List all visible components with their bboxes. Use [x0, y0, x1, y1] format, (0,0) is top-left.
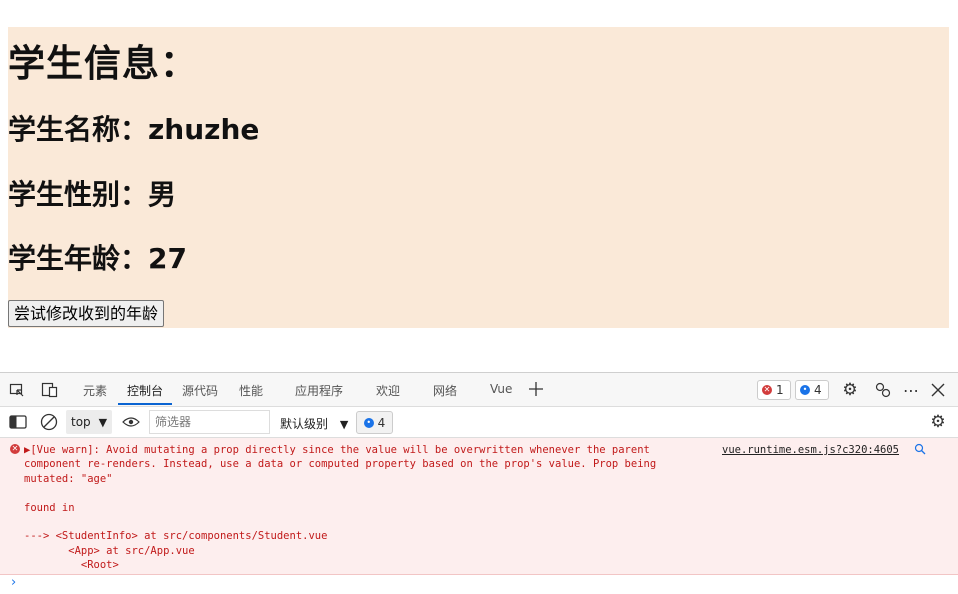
toolbar-message-count: 4	[377, 415, 386, 430]
student-heading: 学生信息：	[8, 42, 198, 85]
error-icon: ✕	[762, 385, 772, 395]
tab-console[interactable]: 控制台	[127, 382, 163, 399]
student-info: 学生信息： 学生名称：zhuzhe 学生性别：男 学生年龄：27 尝试修改收到的…	[8, 27, 949, 328]
tab-elements[interactable]: 元素	[83, 382, 107, 399]
error-count-badge[interactable]: ✕ 1	[757, 380, 791, 400]
tab-vue[interactable]: Vue	[490, 382, 512, 396]
console-toolbar: top ▼ 默认级别 ▼ •4 ⚙	[0, 407, 958, 438]
device-icon[interactable]	[41, 382, 59, 398]
more-icon[interactable]: ⋯	[902, 381, 920, 400]
settings-icon[interactable]: ⚙	[841, 380, 859, 400]
clear-icon[interactable]	[40, 413, 58, 431]
error-count: 1	[776, 383, 784, 397]
devtools-tabbar: 元素 控制台 源代码 性能 应用程序 欢迎 网络 Vue ✕ 1 • 4 ⚙ ⋯	[0, 373, 958, 407]
message-count-badge[interactable]: • 4	[795, 380, 829, 400]
sidebar-icon[interactable]	[9, 414, 27, 430]
filter-input[interactable]	[149, 410, 270, 434]
eye-icon[interactable]	[122, 413, 140, 431]
tab-performance[interactable]: 性能	[239, 382, 263, 399]
modify-age-button[interactable]: 尝试修改收到的年龄	[8, 300, 165, 327]
console-error-entry[interactable]: ✕ ▶[Vue warn]: Avoid mutating a prop dir…	[0, 438, 958, 575]
search-icon[interactable]	[914, 443, 926, 455]
message-count: 4	[814, 383, 822, 397]
message-icon: •	[800, 385, 810, 395]
close-icon[interactable]	[930, 382, 946, 398]
toolbar-message-badge[interactable]: • 4	[356, 411, 393, 434]
tab-sources[interactable]: 源代码	[182, 382, 218, 399]
tab-application[interactable]: 应用程序	[295, 382, 343, 399]
tab-welcome[interactable]: 欢迎	[376, 382, 400, 399]
tab-network[interactable]: 网络	[433, 382, 457, 399]
chevron-down-icon: ▼	[98, 415, 108, 429]
context-select[interactable]: top ▼	[66, 410, 112, 434]
inspect-icon[interactable]	[9, 382, 25, 398]
student-name: 学生名称：zhuzhe	[8, 113, 260, 146]
error-icon: ✕	[10, 444, 20, 454]
console-prompt[interactable]: ›	[11, 575, 16, 590]
settings-icon[interactable]: ⚙	[929, 412, 947, 432]
add-tab-icon[interactable]	[528, 381, 544, 397]
levels-label: 默认级别	[280, 417, 329, 431]
connect-icon[interactable]	[874, 381, 892, 399]
student-sex: 学生性别：男	[8, 178, 177, 211]
devtools-panel: 元素 控制台 源代码 性能 应用程序 欢迎 网络 Vue ✕1 •4 ⚙ ⋯	[0, 372, 958, 594]
source-link[interactable]: vue.runtime.esm.js?c320:4605	[722, 444, 899, 456]
active-tab-indicator	[118, 403, 172, 405]
chevron-down-icon: ▼	[339, 418, 349, 431]
levels-dropdown[interactable]: 默认级别 ▼	[280, 415, 348, 432]
message-icon: •	[363, 417, 374, 428]
error-message: ▶[Vue warn]: Avoid mutating a prop direc…	[24, 444, 657, 572]
student-age: 学生年龄：27	[8, 242, 187, 275]
context-value: top	[71, 415, 91, 429]
